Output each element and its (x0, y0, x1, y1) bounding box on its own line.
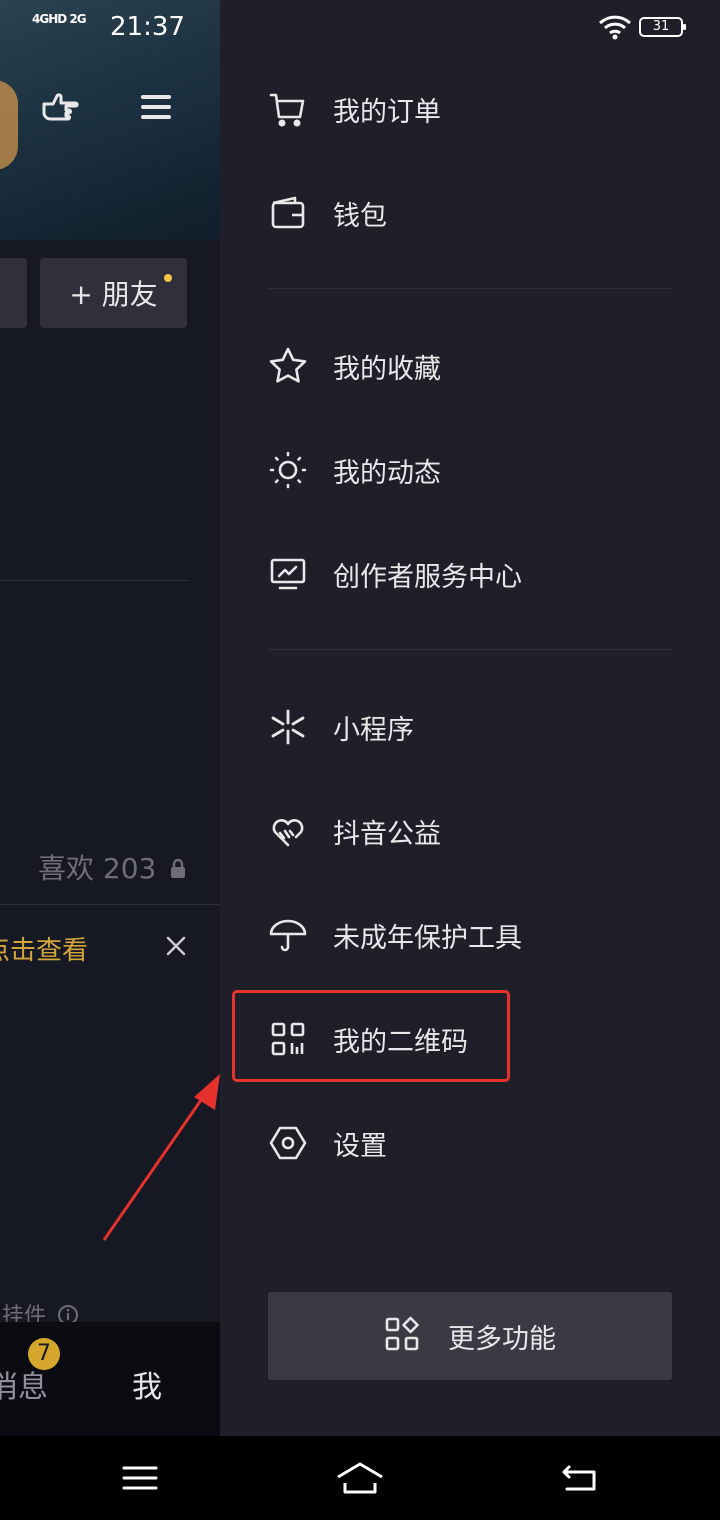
menu-item-label: 我的动态 (333, 457, 441, 489)
grid-diamond-icon (384, 1316, 420, 1356)
home-button[interactable] (330, 1452, 390, 1504)
menu-item-label: 抖音公益 (333, 818, 441, 850)
menu-item-settings[interactable]: 设置 (268, 1108, 672, 1178)
divider (0, 580, 190, 581)
wifi-icon (598, 15, 632, 40)
sun-icon (268, 450, 308, 490)
back-icon (562, 1465, 596, 1491)
messages-badge: 7 (28, 1338, 60, 1370)
menu-item-label: 钱包 (333, 200, 387, 232)
view-link[interactable]: 点击查看 (0, 930, 88, 967)
divider (0, 904, 220, 905)
menu-item-label: 我的订单 (333, 96, 441, 128)
battery-indicator: 31 (639, 17, 686, 37)
add-friend-label: + 朋友 (69, 278, 158, 311)
menu-lines-icon (122, 1466, 158, 1490)
menu-item-label: 未成年保护工具 (333, 922, 522, 954)
clock: 21:37 (110, 12, 185, 42)
more-features-label: 更多功能 (448, 1323, 556, 1355)
menu-item-label: 创作者服务中心 (333, 561, 522, 593)
edit-profile-button-partial[interactable] (0, 258, 27, 328)
menu-item-label: 小程序 (333, 714, 414, 746)
add-friend-button[interactable]: + 朋友 (40, 258, 187, 328)
monitor-chart-icon (268, 554, 308, 594)
tab-me[interactable]: 我 (132, 1362, 162, 1406)
menu-item-mini-programs[interactable]: 小程序 (268, 692, 672, 762)
status-bar: 4GHD 2G 21:37 31 (0, 0, 720, 56)
notification-dot (164, 274, 172, 282)
star-icon (268, 346, 308, 386)
menu-item-minor-protection[interactable]: 未成年保护工具 (268, 900, 672, 970)
avatar-partial (0, 80, 18, 170)
hexagon-gear-icon (268, 1123, 308, 1163)
wallet-icon (268, 193, 308, 233)
menu-item-creator-center[interactable]: 创作者服务中心 (268, 539, 672, 609)
back-button[interactable] (550, 1452, 610, 1504)
umbrella-icon (268, 915, 308, 955)
menu-item-my-orders[interactable]: 我的订单 (268, 74, 672, 144)
divider (268, 649, 672, 650)
menu-item-my-moments[interactable]: 我的动态 (268, 435, 672, 505)
menu-item-charity[interactable]: 抖音公益 (268, 796, 672, 866)
spark-icon (268, 707, 308, 747)
menu-item-favorites[interactable]: 我的收藏 (268, 331, 672, 401)
likes-count[interactable]: 喜欢 203 (38, 847, 187, 887)
menu-item-label: 设置 (333, 1130, 387, 1162)
hamburger-menu-icon[interactable] (135, 84, 177, 130)
home-icon (337, 1462, 383, 1494)
likes-label: 喜欢 203 (38, 852, 157, 885)
menu-item-label: 我的收藏 (333, 353, 441, 385)
pointing-hand-icon[interactable] (38, 84, 84, 130)
network-indicator: 4GHD 2G (32, 12, 87, 26)
annotation-highlight-box (232, 990, 510, 1082)
close-icon[interactable] (163, 933, 189, 959)
recent-apps-button[interactable] (110, 1452, 170, 1504)
heart-hands-icon (268, 811, 308, 851)
more-features-button[interactable]: 更多功能 (268, 1292, 672, 1380)
lock-icon (171, 858, 186, 878)
cart-icon (268, 89, 308, 129)
divider (268, 288, 672, 289)
annotation-arrow (102, 1074, 220, 1241)
menu-item-wallet[interactable]: 钱包 (268, 178, 672, 248)
